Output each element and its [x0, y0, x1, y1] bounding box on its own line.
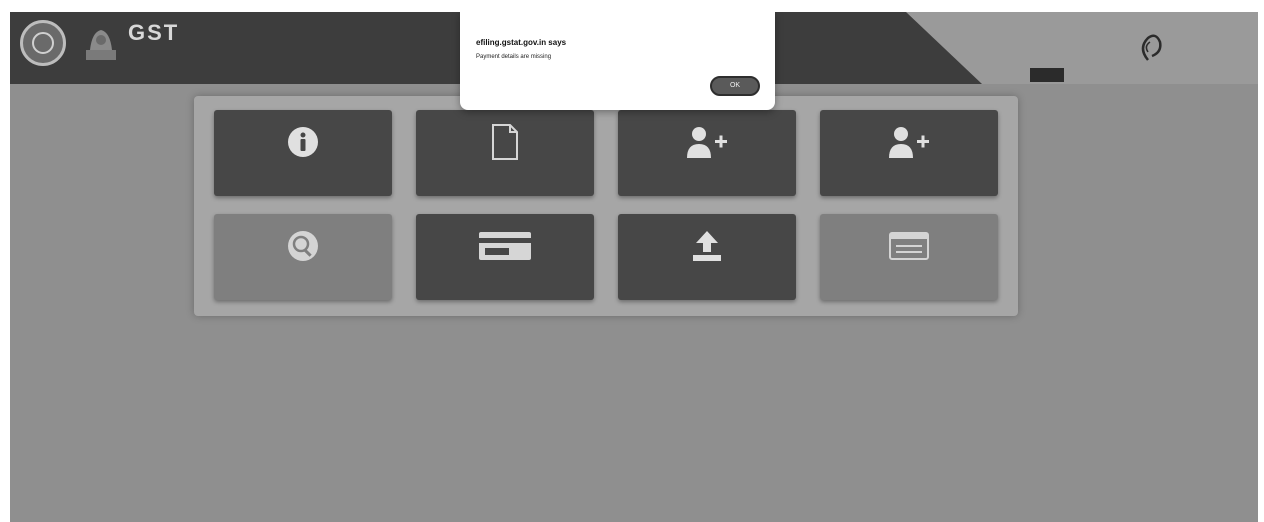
- site-logo-title: GST: [128, 20, 180, 45]
- tile-basic-details[interactable]: [214, 110, 392, 196]
- emblem-logo: [20, 20, 66, 66]
- alert-dialog: efiling.gstat.gov.in says Payment detail…: [460, 12, 775, 110]
- document-icon: [492, 124, 518, 160]
- ok-button[interactable]: OK: [710, 76, 760, 96]
- dialog-message: Payment details are missing: [476, 54, 552, 60]
- dashboard-tiles-panel: [194, 96, 1018, 316]
- window-icon: [889, 232, 929, 260]
- tile-upload-document[interactable]: [618, 214, 796, 300]
- tile-view[interactable]: [820, 214, 998, 300]
- emblem-inner-ring: [32, 32, 54, 54]
- help-logo-icon[interactable]: [1134, 30, 1194, 66]
- search-icon: [288, 231, 318, 261]
- info-icon: [288, 127, 318, 157]
- tile-payment[interactable]: [416, 214, 594, 300]
- app-screen: GST efiling.gstat.gov.in says Payment de…: [10, 12, 1258, 522]
- header-nav: [1030, 68, 1064, 82]
- tile-document[interactable]: [416, 110, 594, 196]
- dialog-title: efiling.gstat.gov.in says: [476, 38, 567, 47]
- tile-add-user-2[interactable]: [820, 110, 998, 196]
- tile-search[interactable]: [214, 214, 392, 300]
- tile-add-registration[interactable]: [618, 110, 796, 196]
- card-icon: [479, 232, 531, 260]
- add-user-icon: [889, 127, 929, 158]
- add-user-icon: [687, 127, 727, 158]
- national-emblem-icon: [86, 30, 116, 60]
- upload-icon: [693, 231, 721, 261]
